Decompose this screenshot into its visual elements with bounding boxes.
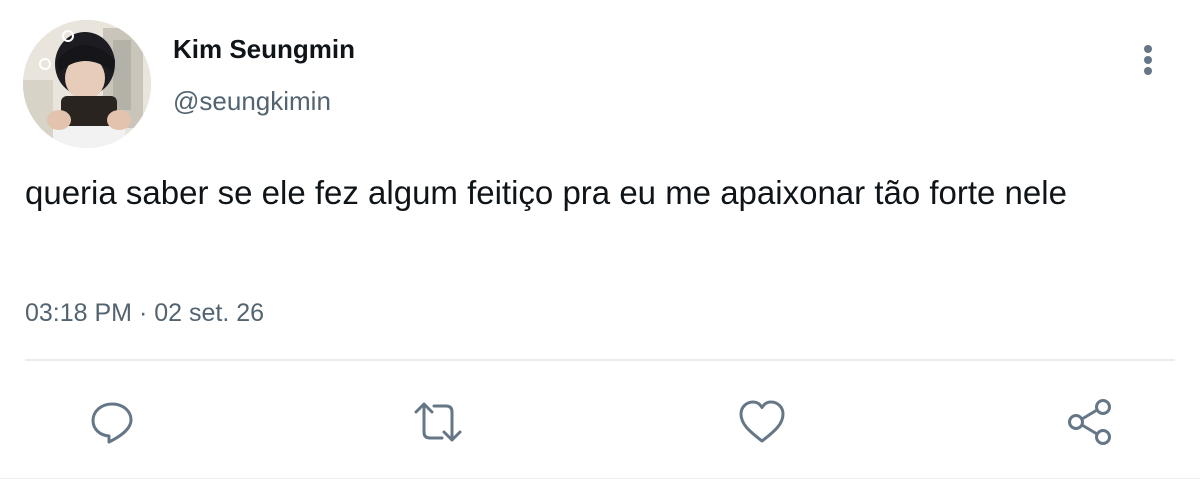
reply-button[interactable] <box>84 394 140 450</box>
author-display-name[interactable]: Kim Seungmin <box>173 34 355 64</box>
like-button[interactable] <box>734 394 790 450</box>
tweet-card: Kim Seungmin @seungkimin queria saber se… <box>0 0 1200 494</box>
share-icon <box>1068 399 1111 445</box>
tweet-time: 03:18 PM <box>25 299 133 327</box>
meta-separator: · <box>138 299 148 327</box>
heart-icon <box>739 400 785 443</box>
tweet-timestamp[interactable]: 03:18 PM · 02 set. 26 <box>25 298 264 328</box>
speech-bubble-icon <box>91 402 133 444</box>
tweet-date: 02 set. 26 <box>154 299 265 327</box>
avatar-photo <box>23 20 151 148</box>
share-button[interactable] <box>1062 394 1118 450</box>
vertical-dots-icon <box>1144 45 1152 75</box>
divider <box>25 359 1175 361</box>
retweet-icon <box>414 402 462 442</box>
retweet-button[interactable] <box>410 394 466 450</box>
avatar[interactable] <box>23 20 151 148</box>
more-options-button[interactable] <box>1128 40 1168 80</box>
tweet-text: queria saber se ele fez algum feitiço pr… <box>25 174 1067 211</box>
author-handle[interactable]: @seungkimin <box>173 86 331 116</box>
bottom-border <box>0 478 1200 479</box>
